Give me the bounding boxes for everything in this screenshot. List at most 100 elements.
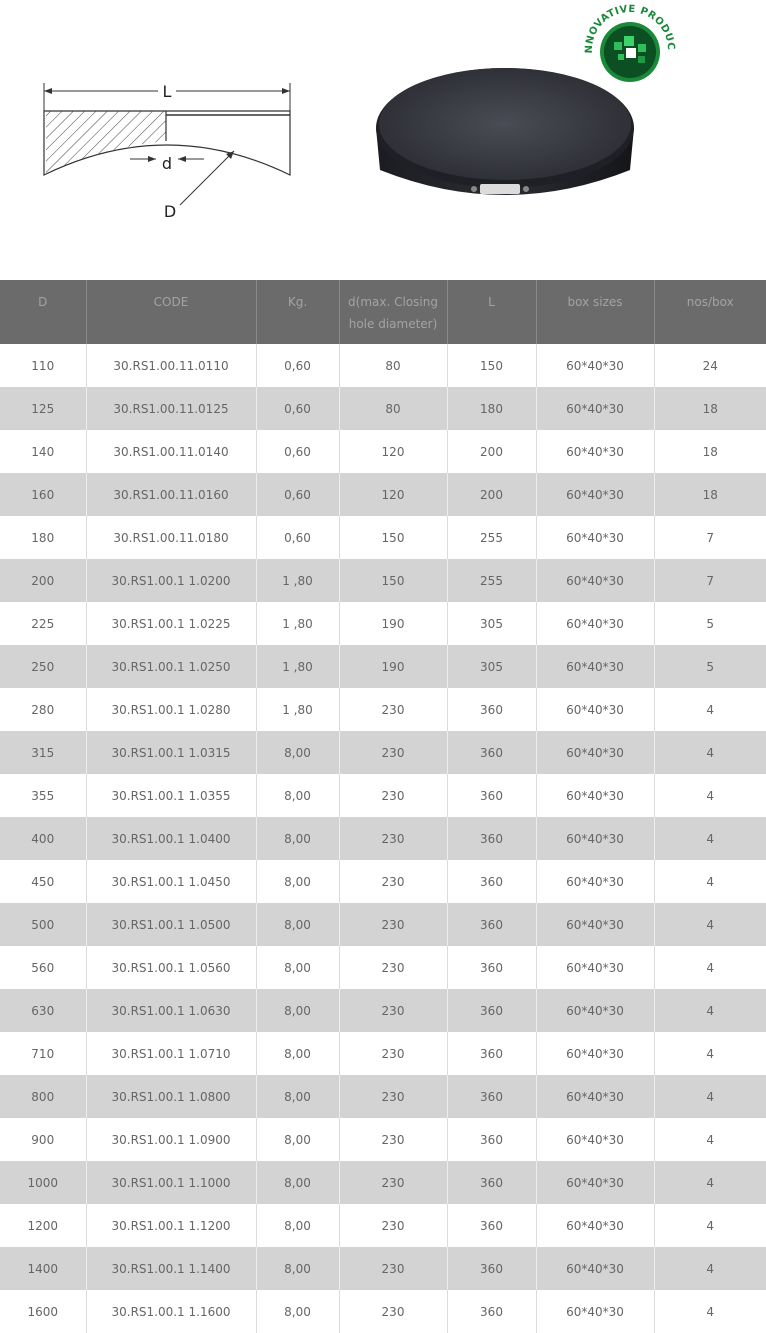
table-cell: 18 bbox=[654, 473, 766, 516]
table-cell: 190 bbox=[339, 645, 448, 688]
innovative-product-badge: INNOVATIVE PRODUCT bbox=[580, 2, 676, 82]
table-cell: 1000 bbox=[0, 1161, 87, 1204]
table-cell: 360 bbox=[447, 817, 537, 860]
table-cell: 180 bbox=[447, 387, 537, 430]
table-cell: 360 bbox=[447, 1247, 537, 1290]
header-nos-per-box: nos/box bbox=[654, 280, 766, 344]
table-cell: 30.RS1.00.1 1.0250 bbox=[86, 645, 257, 688]
table-cell: 710 bbox=[0, 1032, 87, 1075]
table-cell: 60*40*30 bbox=[536, 1161, 655, 1204]
table-cell: 500 bbox=[0, 903, 87, 946]
table-cell: 200 bbox=[447, 473, 537, 516]
table-cell: 60*40*30 bbox=[536, 344, 655, 387]
table-cell: 315 bbox=[0, 731, 87, 774]
table-cell: 7 bbox=[654, 516, 766, 559]
table-cell: 360 bbox=[447, 1204, 537, 1247]
table-cell: 4 bbox=[654, 817, 766, 860]
table-cell: 360 bbox=[447, 989, 537, 1032]
table-cell: 8,00 bbox=[256, 1118, 340, 1161]
header-l: L bbox=[447, 280, 537, 344]
table-row: 200 30.RS1.00.1 1.0200 1 ,80 150 255 60*40*30… bbox=[0, 559, 766, 602]
table-row: 450 30.RS1.00.1 1.0450 8,00 230 360 60*40*30 4 bbox=[0, 860, 766, 903]
table-cell: 225 bbox=[0, 602, 87, 645]
table-cell: 30.RS1.00.1 1.0225 bbox=[86, 602, 257, 645]
table-row: 630 30.RS1.00.1 1.0630 8,00 230 360 60*40*30 4 bbox=[0, 989, 766, 1032]
table-cell: 30.RS1.00.1 1.0500 bbox=[86, 903, 257, 946]
table-cell: 4 bbox=[654, 1204, 766, 1247]
table-cell: 4 bbox=[654, 688, 766, 731]
table-cell: 0,60 bbox=[256, 430, 340, 473]
table-header-row: D CODE Kg. d(max. Closing hole diameter) Lbo… bbox=[0, 280, 766, 344]
table-cell: 60*40*30 bbox=[536, 817, 655, 860]
table-cell: 8,00 bbox=[256, 1161, 340, 1204]
table-cell: 230 bbox=[339, 731, 448, 774]
table-row: 280 30.RS1.00.1 1.0280 1 ,80 230 360 60*40*30… bbox=[0, 688, 766, 731]
table-cell: 360 bbox=[447, 860, 537, 903]
table-cell: 60*40*30 bbox=[536, 860, 655, 903]
table-row: 710 30.RS1.00.1 1.0710 8,00 230 360 60*40*30 4 bbox=[0, 1032, 766, 1075]
table-cell: 60*40*30 bbox=[536, 387, 655, 430]
table-cell: 120 bbox=[339, 473, 448, 516]
table-cell: 30.RS1.00.1 1.0280 bbox=[86, 688, 257, 731]
table-cell: 0,60 bbox=[256, 516, 340, 559]
table-cell: 60*40*30 bbox=[536, 645, 655, 688]
table-row: 180 30.RS1.00.11.0180 0,60 150 255 60*40*30 7 bbox=[0, 516, 766, 559]
table-cell: 18 bbox=[654, 430, 766, 473]
table-cell: 230 bbox=[339, 946, 448, 989]
table-cell: 4 bbox=[654, 1075, 766, 1118]
table-cell: 200 bbox=[447, 430, 537, 473]
table-cell: 30.RS1.00.1 1.0450 bbox=[86, 860, 257, 903]
table-cell: 360 bbox=[447, 1075, 537, 1118]
table-cell: 80 bbox=[339, 344, 448, 387]
table-cell: 230 bbox=[339, 989, 448, 1032]
table-cell: 1200 bbox=[0, 1204, 87, 1247]
table-cell: 4 bbox=[654, 1118, 766, 1161]
table-cell: 8,00 bbox=[256, 817, 340, 860]
table-cell: 4 bbox=[654, 946, 766, 989]
table-cell: 30.RS1.00.11.0140 bbox=[86, 430, 257, 473]
table-row: 110 30.RS1.00.11.0110 0,60 80 150 60*40*30 24 bbox=[0, 344, 766, 387]
table-cell: 8,00 bbox=[256, 1290, 340, 1333]
table-cell: 30.RS1.00.1 1.1000 bbox=[86, 1161, 257, 1204]
table-row: 125 30.RS1.00.11.0125 0,60 80 180 60*40*30 18 bbox=[0, 387, 766, 430]
header-code: CODE bbox=[86, 280, 257, 344]
table-row: 225 30.RS1.00.1 1.0225 1 ,80 190 305 60*40*30… bbox=[0, 602, 766, 645]
table-cell: 30.RS1.00.1 1.0900 bbox=[86, 1118, 257, 1161]
table-cell: 8,00 bbox=[256, 860, 340, 903]
table-cell: 1 ,80 bbox=[256, 645, 340, 688]
table-row: 140 30.RS1.00.11.0140 0,60 120 200 60*40*30 18 bbox=[0, 430, 766, 473]
table-cell: 4 bbox=[654, 903, 766, 946]
table-cell: 150 bbox=[339, 559, 448, 602]
table-cell: 60*40*30 bbox=[536, 946, 655, 989]
table-cell: 305 bbox=[447, 602, 537, 645]
table-cell: 230 bbox=[339, 817, 448, 860]
table-cell: 60*40*30 bbox=[536, 1290, 655, 1333]
header-d: D bbox=[0, 280, 87, 344]
table-row: 900 30.RS1.00.1 1.0900 8,00 230 360 60*40*30 4 bbox=[0, 1118, 766, 1161]
table-cell: 1400 bbox=[0, 1247, 87, 1290]
table-cell: 120 bbox=[339, 430, 448, 473]
header-box-sizes: box sizes bbox=[536, 280, 655, 344]
table-cell: 60*40*30 bbox=[536, 774, 655, 817]
table-cell: 30.RS1.00.1 1.0355 bbox=[86, 774, 257, 817]
table-cell: 60*40*30 bbox=[536, 989, 655, 1032]
table-cell: 60*40*30 bbox=[536, 559, 655, 602]
table-cell: 60*40*30 bbox=[536, 1118, 655, 1161]
table-cell: 4 bbox=[654, 1247, 766, 1290]
table-cell: 30.RS1.00.1 1.1400 bbox=[86, 1247, 257, 1290]
table-cell: 355 bbox=[0, 774, 87, 817]
table-cell: 140 bbox=[0, 430, 87, 473]
table-cell: 360 bbox=[447, 946, 537, 989]
table-row: 250 30.RS1.00.1 1.0250 1 ,80 190 305 60*40*30… bbox=[0, 645, 766, 688]
table-row: 1600 30.RS1.00.1 1.1600 8,00 230 360 60*40*30… bbox=[0, 1290, 766, 1333]
table-row: 800 30.RS1.00.1 1.0800 8,00 230 360 60*40*30 4 bbox=[0, 1075, 766, 1118]
table-cell: 30.RS1.00.1 1.0200 bbox=[86, 559, 257, 602]
table-cell: 7 bbox=[654, 559, 766, 602]
header-max-closing-hole-diameter: d(max. Closing hole diameter) bbox=[339, 280, 448, 344]
table-cell: 8,00 bbox=[256, 1204, 340, 1247]
table-cell: 24 bbox=[654, 344, 766, 387]
table-cell: 150 bbox=[339, 516, 448, 559]
table-cell: 360 bbox=[447, 1032, 537, 1075]
table-cell: 60*40*30 bbox=[536, 1075, 655, 1118]
table-cell: 60*40*30 bbox=[536, 1204, 655, 1247]
